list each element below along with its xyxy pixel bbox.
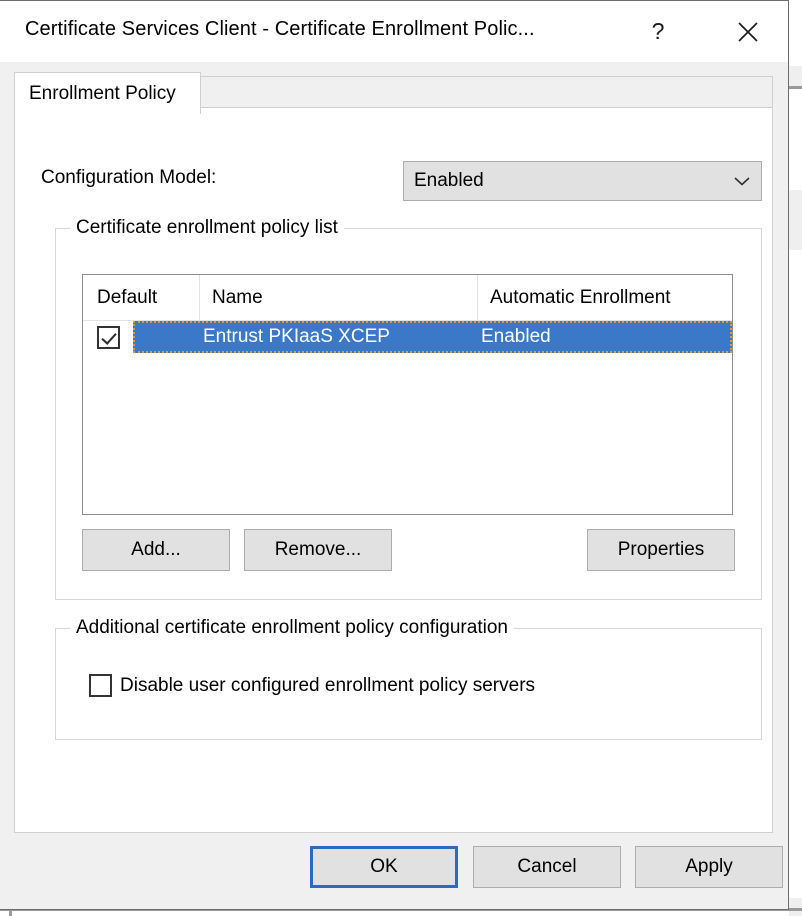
title-bar: Certificate Services Client - Certificat… — [0, 1, 788, 62]
close-button[interactable] — [718, 1, 778, 62]
row-automatic-enrollment-value: Enabled — [481, 321, 551, 353]
tab-enrollment-policy-label: Enrollment Policy — [29, 83, 176, 105]
help-icon: ? — [652, 20, 665, 43]
disable-user-configured-servers-label: Disable user configured enrollment polic… — [120, 675, 535, 697]
additional-configuration-group-title: Additional certificate enrollment policy… — [70, 617, 514, 639]
window-title: Certificate Services Client - Certificat… — [25, 18, 535, 41]
row-name-value: Entrust PKIaaS XCEP — [203, 321, 390, 353]
background-window-strip — [789, 898, 802, 916]
certificate-enrollment-policy-dialog: Certificate Services Client - Certificat… — [0, 0, 789, 910]
policy-list-header: Default Name Automatic Enrollment — [83, 275, 732, 321]
policy-list[interactable]: Default Name Automatic Enrollment Entrus… — [82, 274, 733, 515]
row-default-cell — [83, 321, 133, 353]
tab-enrollment-policy[interactable]: Enrollment Policy — [14, 72, 201, 114]
apply-button[interactable]: Apply — [635, 846, 783, 888]
disable-user-configured-servers-row[interactable]: Disable user configured enrollment polic… — [89, 674, 535, 697]
default-checkbox[interactable] — [97, 326, 120, 349]
configuration-model-dropdown[interactable]: Enabled — [403, 161, 762, 201]
configuration-model-value: Enabled — [404, 170, 723, 192]
configuration-model-label: Configuration Model: — [41, 167, 216, 189]
add-button[interactable]: Add... — [82, 529, 230, 571]
policy-list-body: Entrust PKIaaS XCEP Enabled — [83, 321, 732, 353]
table-row[interactable]: Entrust PKIaaS XCEP Enabled — [83, 321, 732, 353]
close-icon — [736, 20, 760, 44]
properties-button[interactable]: Properties — [587, 529, 735, 571]
remove-button[interactable]: Remove... — [244, 529, 392, 571]
background-window-strip — [789, 190, 802, 250]
policy-list-group-title: Certificate enrollment policy list — [70, 217, 344, 239]
background-window-strip — [789, 66, 802, 86]
chevron-down-icon — [723, 175, 761, 187]
cancel-button[interactable]: Cancel — [473, 846, 621, 888]
tab-strip: Enrollment Policy — [14, 72, 773, 108]
background-window-divider — [789, 86, 802, 89]
column-header-default[interactable]: Default — [83, 275, 199, 320]
column-header-automatic-enrollment[interactable]: Automatic Enrollment — [477, 275, 732, 320]
enrollment-policy-tab-page: Configuration Model: Enabled Certificate… — [14, 107, 773, 833]
certificate-enrollment-policy-list-group: Certificate enrollment policy list Defau… — [55, 228, 762, 600]
ok-button[interactable]: OK — [310, 846, 458, 888]
disable-user-configured-servers-checkbox[interactable] — [89, 674, 112, 697]
column-header-name[interactable]: Name — [199, 275, 477, 320]
help-button[interactable]: ? — [628, 1, 688, 62]
additional-configuration-group: Additional certificate enrollment policy… — [55, 628, 762, 740]
row-selection-highlight[interactable]: Entrust PKIaaS XCEP Enabled — [133, 321, 732, 353]
